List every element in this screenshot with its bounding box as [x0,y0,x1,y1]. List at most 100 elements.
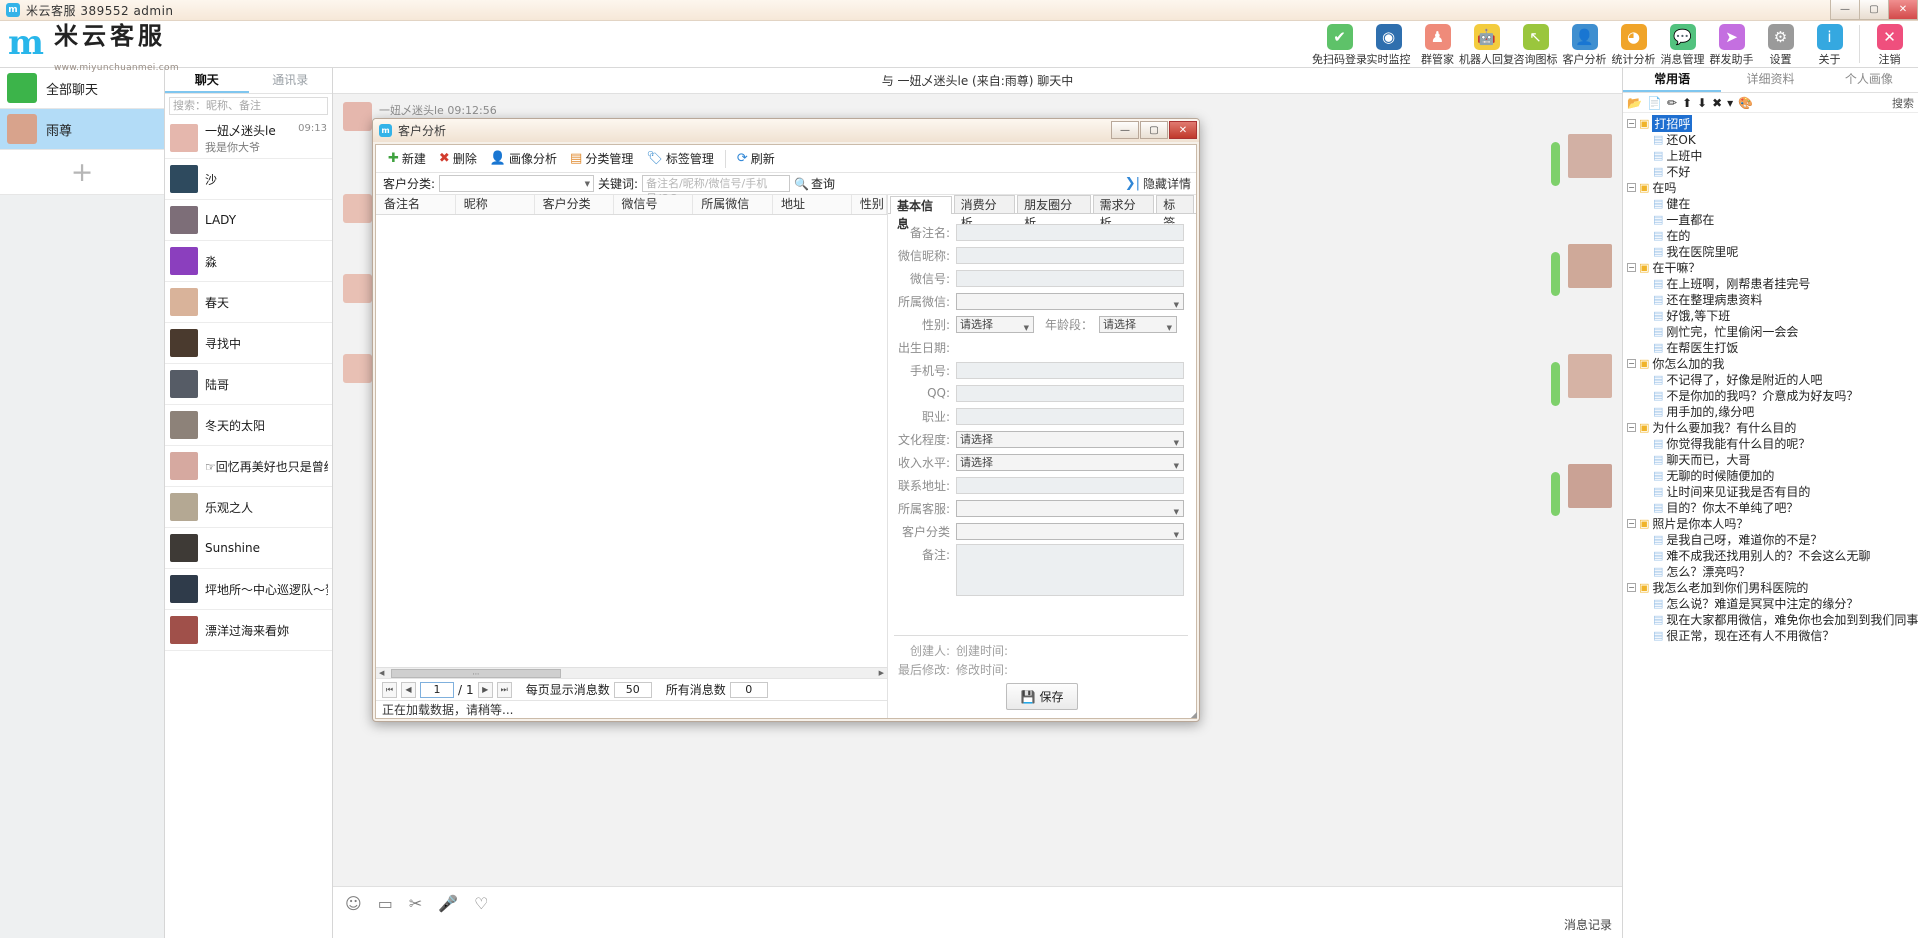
expand-toggle-icon[interactable]: − [1627,359,1636,368]
quick-phrase-search-button[interactable]: 搜索 [1892,95,1914,111]
tree-item[interactable]: ▤是我自己呀，难道你的不是？ [1627,531,1918,547]
tab-details[interactable]: 详细资料 [1721,68,1819,92]
new-folder-icon[interactable]: 📂 [1627,97,1642,109]
grid-horizontal-scrollbar[interactable]: ◀ ⋯ ▶ [376,667,887,678]
edit-icon[interactable]: ✏ [1667,97,1677,109]
dropdown-icon[interactable]: ▾ [1727,97,1733,109]
scissors-icon[interactable]: ✂ [409,894,422,913]
detail-tab[interactable]: 朋友圈分析 [1017,195,1090,213]
chat-list-item[interactable]: 沙 [165,159,332,200]
toolbar-message-icon[interactable]: 💬消息管理 [1658,23,1707,67]
chat-list-item[interactable]: 寻找中 [165,323,332,364]
grid-column-header[interactable]: 备注名 [376,195,456,214]
rail-item-1[interactable]: 雨尊 [0,109,164,150]
tree-item[interactable]: ▤怎么？漂亮吗？ [1627,563,1918,579]
tree-item[interactable]: ▤你觉得我能有什么目的呢？ [1627,435,1918,451]
tree-folder[interactable]: −▣你怎么加的我 [1627,355,1918,371]
field-dropdown[interactable]: ▼ [956,293,1184,310]
expand-toggle-icon[interactable]: − [1627,423,1636,432]
field-dropdown[interactable]: 请选择▼ [956,454,1184,471]
scroll-left-icon[interactable]: ◀ [379,669,384,677]
chat-list-item[interactable]: ☞回忆再美好也只是曾经 [165,446,332,487]
expand-toggle-icon[interactable]: − [1627,119,1636,128]
chat-list-item[interactable]: 坪地所～中心巡逻队～贺 [165,569,332,610]
chat-list-item[interactable]: Sunshine [165,528,332,569]
tree-item[interactable]: ▤还在整理病患资料 [1627,291,1918,307]
age-range-dropdown[interactable]: 请选择▼ [1099,316,1177,333]
grid-column-header[interactable]: 地址 [773,195,852,214]
grid-column-header[interactable]: 客户分类 [535,195,614,214]
expand-toggle-icon[interactable]: − [1627,263,1636,272]
rail-item-0[interactable]: 全部聊天 [0,68,164,109]
gender-dropdown[interactable]: 请选择▼ [956,316,1034,333]
delete-icon[interactable]: ✖ [1712,97,1722,109]
add-account-button[interactable]: + [0,150,164,195]
toolbar-pie-icon[interactable]: ◕统计分析 [1609,23,1658,67]
toolbar-pointer-icon[interactable]: ➤群发助手 [1707,23,1756,67]
field-input[interactable] [956,224,1184,241]
close-button[interactable]: ✕ [1888,0,1918,20]
field-input[interactable] [956,408,1184,425]
toolbar-group-icon[interactable]: ♟群管家 [1413,23,1462,67]
first-page-button[interactable]: ⏮ [382,682,397,698]
chat-list-item[interactable]: 冬天的太阳 [165,405,332,446]
chat-list-item[interactable]: 一妞乄迷头le我是你大爷09:13 [165,118,332,159]
dialog-add-icon-button[interactable]: ✚新建 [383,148,431,170]
page-number-input[interactable]: 1 [420,682,454,698]
emoji-icon[interactable]: ☺ [345,894,362,913]
tree-item[interactable]: ▤在的 [1627,227,1918,243]
tree-item[interactable]: ▤健在 [1627,195,1918,211]
keyword-search-input[interactable]: 备注名/昵称/微信号/手机号/QQ [642,175,790,192]
last-page-button[interactable]: ⏭ [497,682,512,698]
chat-list-item[interactable]: 陆哥 [165,364,332,405]
move-up-icon[interactable]: ⬆ [1682,97,1692,109]
dialog-refresh-icon-button[interactable]: ⟳刷新 [732,148,780,170]
toolbar-gear-icon[interactable]: ⚙设置 [1756,23,1805,67]
detail-tab[interactable]: 标签 [1156,195,1194,213]
tree-item[interactable]: ▤好饿,等下班 [1627,307,1918,323]
field-input[interactable] [956,247,1184,264]
new-doc-icon[interactable]: 📄 [1647,97,1662,109]
tab-quick-phrases[interactable]: 常用语 [1623,68,1721,92]
tree-item[interactable]: ▤现在大家都用微信，难免你也会加到到我们同事 [1627,611,1918,627]
expand-toggle-icon[interactable]: − [1627,519,1636,528]
detail-tab[interactable]: 消费分析 [954,195,1016,213]
dialog-close-button[interactable]: ✕ [1169,121,1197,139]
chat-list-item[interactable]: LADY [165,200,332,241]
tree-folder[interactable]: −▣在干嘛？ [1627,259,1918,275]
tree-item[interactable]: ▤难不成我还找用别人的？不会这么无聊 [1627,547,1918,563]
tree-item[interactable]: ▤无聊的时候随便加的 [1627,467,1918,483]
field-dropdown[interactable]: ▼ [956,523,1184,540]
tab-profile[interactable]: 个人画像 [1820,68,1918,92]
scrollbar-thumb[interactable]: ⋯ [391,669,561,678]
chat-list-item[interactable]: 春天 [165,282,332,323]
tree-item[interactable]: ▤我在医院里呢 [1627,243,1918,259]
grid-column-header[interactable]: 性别 [852,195,887,214]
toolbar-cursor-icon[interactable]: ↖咨询图标 [1511,23,1560,67]
field-input[interactable] [956,270,1184,287]
dialog-minimize-button[interactable]: — [1111,121,1139,139]
tree-item[interactable]: ▤怎么说？难道是冥冥中注定的缘分？ [1627,595,1918,611]
toolbar-user-chart-icon[interactable]: 👤客户分析 [1560,23,1609,67]
tree-item[interactable]: ▤聊天而已，大哥 [1627,451,1918,467]
logout-button[interactable]: ✕注销 [1865,23,1914,67]
toolbar-monitor-icon[interactable]: ◉实时监控 [1364,23,1413,67]
move-down-icon[interactable]: ⬇ [1697,97,1707,109]
chat-list-item[interactable]: 乐观之人 [165,487,332,528]
dialog-tag-icon-button[interactable]: 🏷标签管理 [641,148,719,170]
tree-item[interactable]: ▤不好 [1627,163,1918,179]
field-dropdown[interactable]: 请选择▼ [956,431,1184,448]
tree-item[interactable]: ▤很正常，现在还有人不用微信？ [1627,627,1918,643]
dialog-maximize-button[interactable]: ▢ [1140,121,1168,139]
shield-icon[interactable]: ♡ [474,894,488,913]
message-log-link[interactable]: 消息记录 [1564,916,1612,933]
toolbar-check-icon[interactable]: ✔免扫码登录 [1315,23,1364,67]
tree-item[interactable]: ▤在帮医生打饭 [1627,339,1918,355]
detail-tab[interactable]: 基本信息 [890,196,952,214]
tree-item[interactable]: ▤不是你加的我吗？介意成为好友吗？ [1627,387,1918,403]
dialog-category-icon-button[interactable]: ▤分类管理 [565,148,638,170]
color-icon[interactable]: 🎨 [1738,97,1753,109]
toolbar-info-icon[interactable]: i关于 [1805,23,1854,67]
tree-item[interactable]: ▤刚忙完，忙里偷闲一会会 [1627,323,1918,339]
maximize-button[interactable]: ▢ [1859,0,1889,20]
